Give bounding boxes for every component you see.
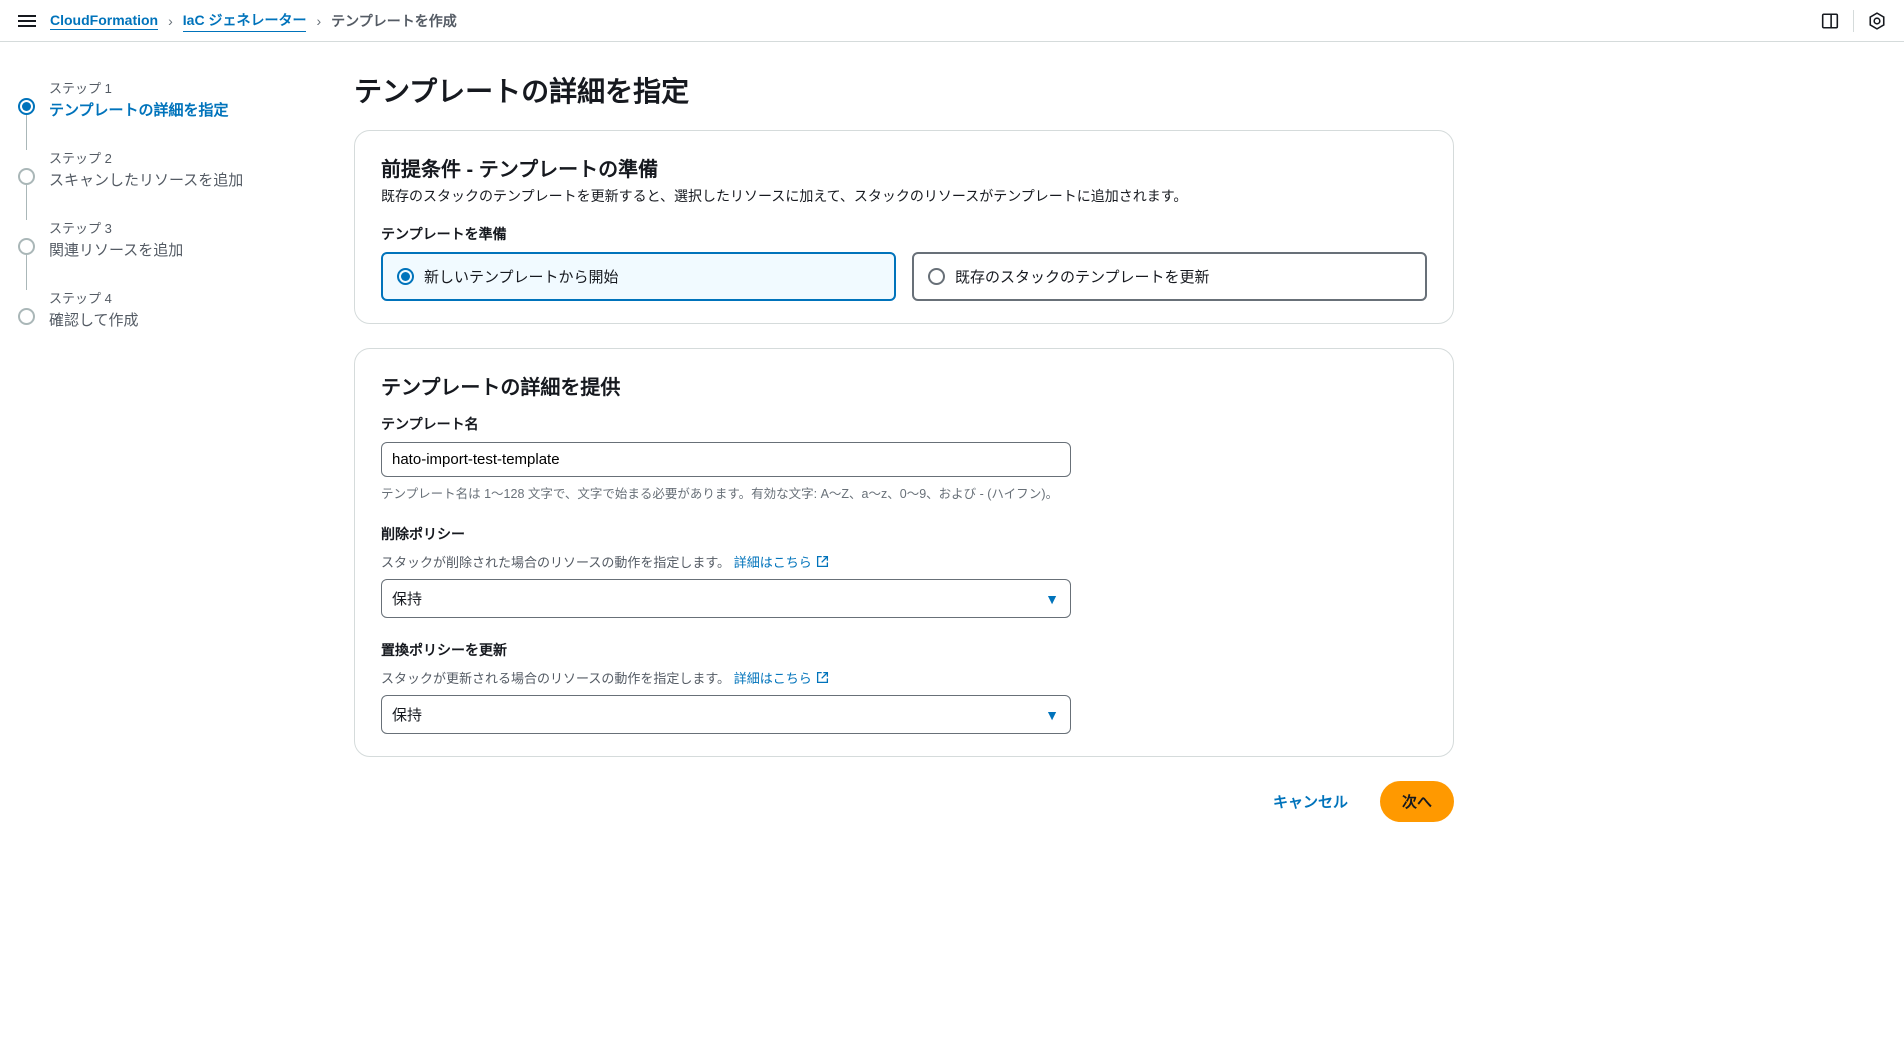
breadcrumb-current: テンプレートを作成 bbox=[331, 11, 457, 31]
next-button[interactable]: 次へ bbox=[1380, 781, 1454, 822]
divider bbox=[1853, 10, 1854, 32]
delete-policy-select[interactable]: 保持 bbox=[381, 579, 1071, 618]
replace-policy-sub: スタックが更新される場合のリソースの動作を指定します。 詳細はこちら bbox=[381, 668, 1427, 687]
external-link-icon bbox=[816, 671, 829, 684]
footer-actions: キャンセル 次へ bbox=[354, 781, 1454, 822]
option-existing-stack[interactable]: 既存のスタックのテンプレートを更新 bbox=[912, 252, 1427, 301]
topbar-left: CloudFormation › IaC ジェネレーター › テンプレートを作成 bbox=[18, 10, 457, 32]
breadcrumb-link-iac-generator[interactable]: IaC ジェネレーター bbox=[183, 10, 307, 32]
chevron-right-icon: › bbox=[168, 13, 173, 29]
cancel-button[interactable]: キャンセル bbox=[1253, 781, 1368, 822]
external-link-icon bbox=[816, 555, 829, 568]
topbar: CloudFormation › IaC ジェネレーター › テンプレートを作成 bbox=[0, 0, 1904, 42]
replace-policy-field: 置換ポリシーを更新 スタックが更新される場合のリソースの動作を指定します。 詳細… bbox=[381, 640, 1427, 734]
wizard-step-1[interactable]: ステップ 1 テンプレートの詳細を指定 bbox=[18, 78, 318, 148]
layout: ステップ 1 テンプレートの詳細を指定 ステップ 2 スキャンしたリソースを追加… bbox=[0, 42, 1904, 850]
menu-icon[interactable] bbox=[18, 15, 36, 27]
page-title: テンプレートの詳細を指定 bbox=[354, 70, 1454, 110]
topbar-right bbox=[1821, 10, 1886, 32]
option-label: 新しいテンプレートから開始 bbox=[424, 266, 619, 287]
radio-icon bbox=[397, 268, 414, 285]
template-name-input[interactable] bbox=[381, 442, 1071, 477]
details-heading: テンプレートの詳細を提供 bbox=[381, 371, 1427, 400]
step-label: 関連リソースを追加 bbox=[49, 239, 183, 260]
radio-icon bbox=[928, 268, 945, 285]
main-content: テンプレートの詳細を指定 前提条件 - テンプレートの準備 既存のスタックのテン… bbox=[354, 70, 1454, 822]
delete-policy-label: 削除ポリシー bbox=[381, 524, 1427, 544]
delete-policy-learn-more-link[interactable]: 詳細はこちら bbox=[734, 552, 829, 571]
option-label: 既存のスタックのテンプレートを更新 bbox=[955, 266, 1210, 287]
template-prep-options: 新しいテンプレートから開始 既存のスタックのテンプレートを更新 bbox=[381, 252, 1427, 301]
template-name-label: テンプレート名 bbox=[381, 414, 1427, 434]
prereq-heading: 前提条件 - テンプレートの準備 bbox=[381, 153, 1427, 182]
replace-policy-learn-more-link[interactable]: 詳細はこちら bbox=[734, 668, 829, 687]
wizard-step-4[interactable]: ステップ 4 確認して作成 bbox=[18, 288, 318, 330]
wizard-step-2[interactable]: ステップ 2 スキャンしたリソースを追加 bbox=[18, 148, 318, 218]
step-num: ステップ 2 bbox=[49, 148, 243, 167]
step-label: スキャンしたリソースを追加 bbox=[49, 169, 243, 190]
replace-policy-label: 置換ポリシーを更新 bbox=[381, 640, 1427, 660]
chevron-right-icon: › bbox=[316, 13, 321, 29]
template-name-help: テンプレート名は 1〜128 文字で、文字で始まる必要があります。有効な文字: … bbox=[381, 483, 1427, 502]
wizard-dot-icon bbox=[18, 98, 35, 115]
wizard-dot-icon bbox=[18, 168, 35, 185]
delete-policy-sub: スタックが削除された場合のリソースの動作を指定します。 詳細はこちら bbox=[381, 552, 1427, 571]
delete-policy-field: 削除ポリシー スタックが削除された場合のリソースの動作を指定します。 詳細はこち… bbox=[381, 524, 1427, 618]
step-num: ステップ 3 bbox=[49, 218, 183, 237]
panel-icon[interactable] bbox=[1821, 12, 1839, 30]
prereq-desc: 既存のスタックのテンプレートを更新すると、選択したリソースに加えて、スタックのリ… bbox=[381, 186, 1427, 206]
breadcrumb-link-cloudformation[interactable]: CloudFormation bbox=[50, 12, 158, 30]
option-new-template[interactable]: 新しいテンプレートから開始 bbox=[381, 252, 896, 301]
step-label: 確認して作成 bbox=[49, 309, 139, 330]
settings-icon[interactable] bbox=[1868, 12, 1886, 30]
step-num: ステップ 4 bbox=[49, 288, 139, 307]
prepare-template-label: テンプレートを準備 bbox=[381, 224, 1427, 244]
prerequisites-panel: 前提条件 - テンプレートの準備 既存のスタックのテンプレートを更新すると、選択… bbox=[354, 130, 1454, 324]
wizard-nav: ステップ 1 テンプレートの詳細を指定 ステップ 2 スキャンしたリソースを追加… bbox=[18, 70, 318, 822]
wizard-dot-icon bbox=[18, 308, 35, 325]
template-details-panel: テンプレートの詳細を提供 テンプレート名 テンプレート名は 1〜128 文字で、… bbox=[354, 348, 1454, 757]
breadcrumb: CloudFormation › IaC ジェネレーター › テンプレートを作成 bbox=[50, 10, 457, 32]
replace-policy-select[interactable]: 保持 bbox=[381, 695, 1071, 734]
wizard-step-3[interactable]: ステップ 3 関連リソースを追加 bbox=[18, 218, 318, 288]
step-num: ステップ 1 bbox=[49, 78, 229, 97]
wizard-dot-icon bbox=[18, 238, 35, 255]
step-label: テンプレートの詳細を指定 bbox=[49, 99, 229, 120]
template-name-field: テンプレート名 テンプレート名は 1〜128 文字で、文字で始まる必要があります… bbox=[381, 414, 1427, 502]
